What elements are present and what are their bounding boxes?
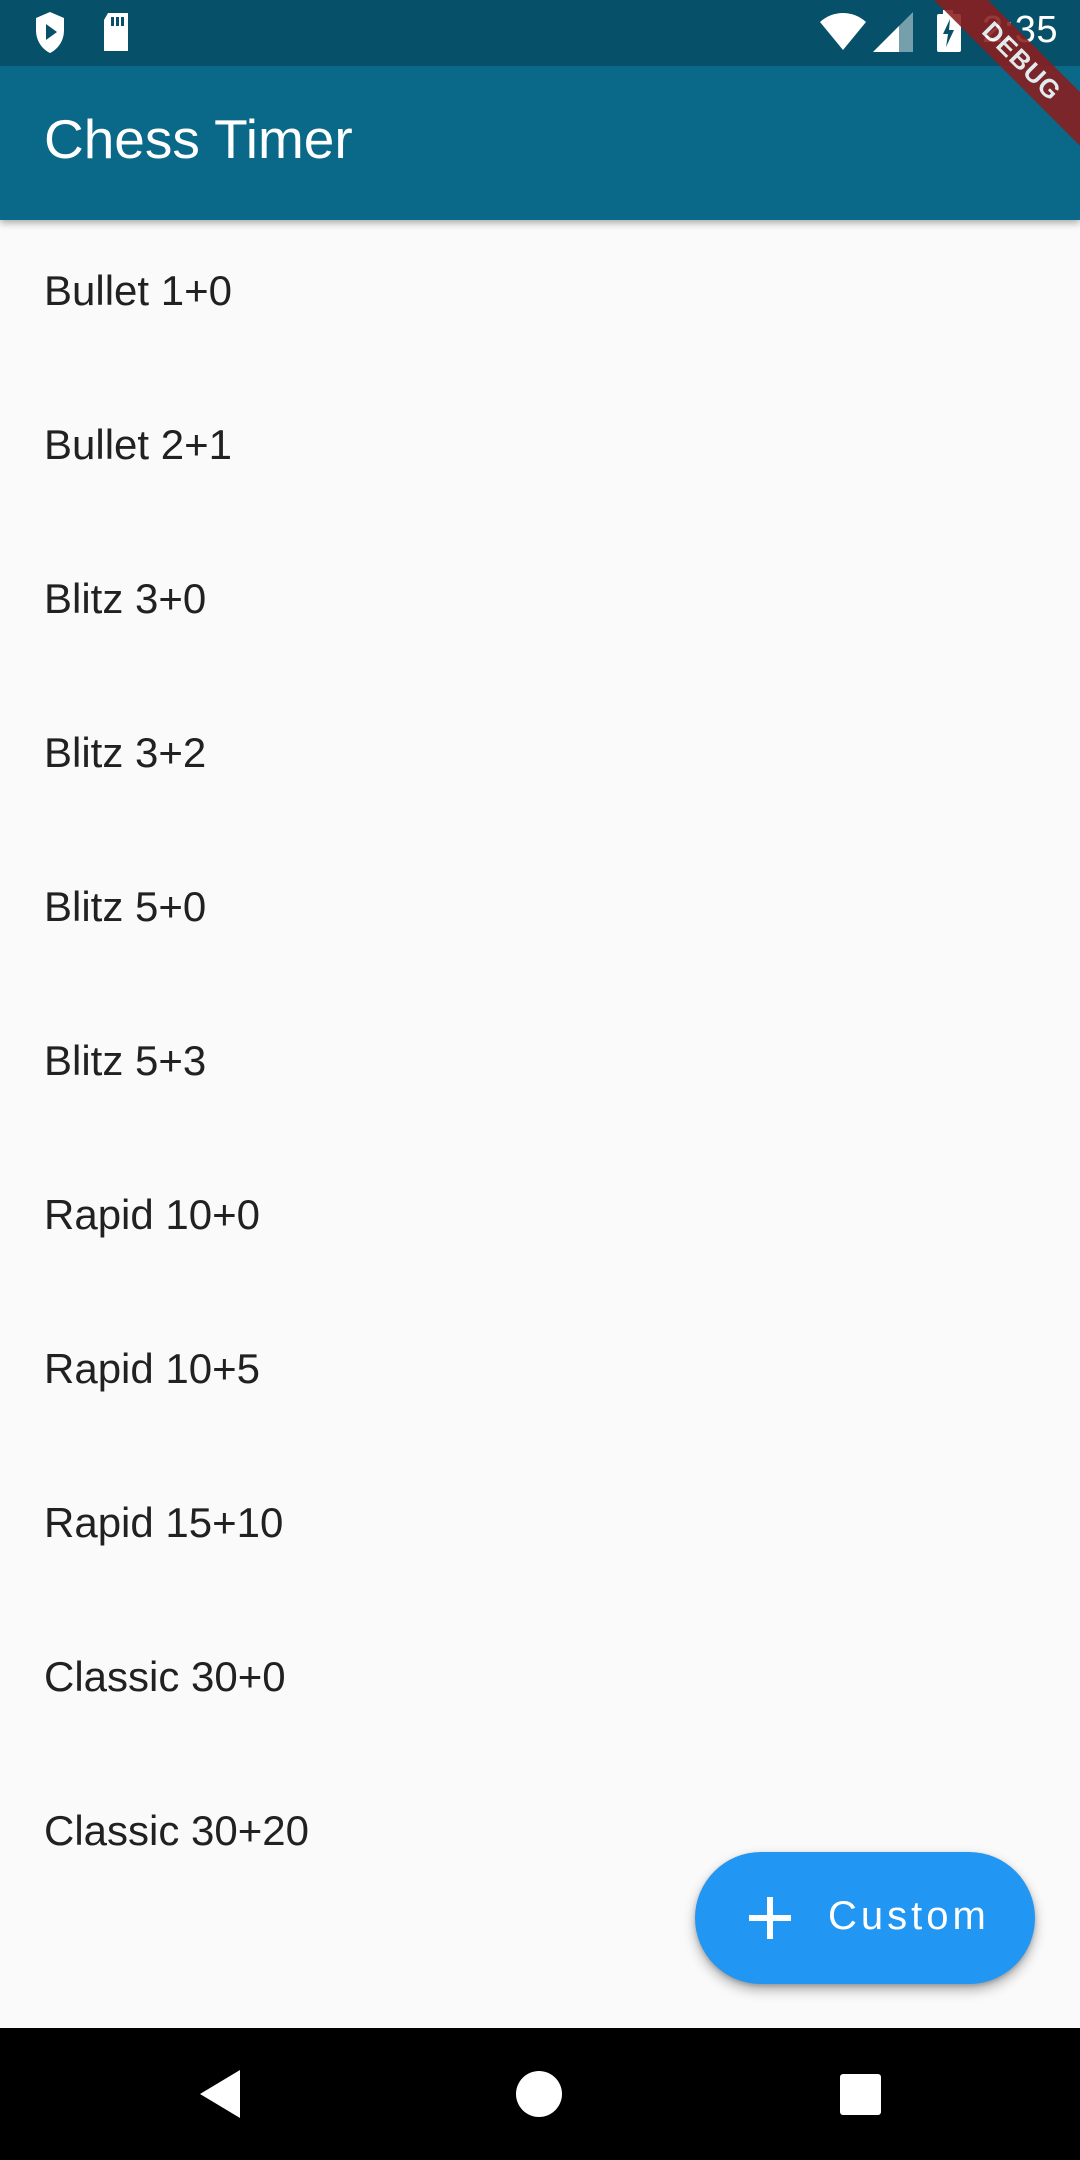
custom-button-label: Custom [828, 1894, 990, 1938]
custom-timer-button[interactable]: Custom [695, 1852, 1035, 1984]
debug-banner: DEBUG [920, 0, 1080, 160]
preset-item[interactable]: Blitz 3+0 [0, 528, 1080, 682]
preset-item[interactable]: Classic 30+0 [0, 1606, 1080, 1760]
preset-list: Bullet 1+0 Bullet 2+1 Blitz 3+0 Blitz 3+… [0, 220, 1080, 1914]
preset-item[interactable]: Bullet 2+1 [0, 374, 1080, 528]
preset-label: Bullet 1+0 [44, 267, 232, 314]
preset-label: Blitz 3+0 [44, 575, 207, 622]
debug-label: DEBUG [923, 0, 1080, 160]
back-icon[interactable] [170, 2044, 270, 2144]
cell-signal-icon [873, 12, 913, 52]
home-icon[interactable] [489, 2044, 589, 2144]
preset-label: Classic 30+0 [44, 1653, 286, 1700]
preset-item[interactable]: Blitz 5+0 [0, 836, 1080, 990]
preset-label: Rapid 15+10 [44, 1499, 284, 1546]
navigation-bar [0, 2028, 1080, 2160]
app-bar: Chess Timer [0, 66, 1080, 220]
page-title: Chess Timer [44, 108, 353, 170]
shield-play-icon [36, 12, 64, 53]
preset-item[interactable]: Rapid 10+5 [0, 1298, 1080, 1452]
preset-label: Rapid 10+5 [44, 1345, 261, 1392]
preset-item[interactable]: Rapid 15+10 [0, 1452, 1080, 1606]
preset-label: Bullet 2+1 [44, 421, 232, 468]
preset-item[interactable]: Blitz 5+3 [0, 990, 1080, 1144]
status-bar: 2:35 [0, 0, 1080, 66]
preset-label: Rapid 10+0 [44, 1191, 261, 1238]
preset-item[interactable]: Bullet 1+0 [0, 220, 1080, 374]
preset-label: Blitz 5+0 [44, 883, 207, 930]
preset-item[interactable]: Rapid 10+0 [0, 1144, 1080, 1298]
preset-label: Blitz 3+2 [44, 729, 207, 776]
preset-item[interactable]: Blitz 3+2 [0, 682, 1080, 836]
plus-icon [749, 1897, 791, 1939]
preset-label: Classic 30+20 [44, 1807, 309, 1854]
sd-card-icon [104, 13, 128, 51]
preset-label: Blitz 5+3 [44, 1037, 207, 1084]
recents-icon[interactable] [810, 2044, 910, 2144]
wifi-icon [820, 13, 866, 50]
